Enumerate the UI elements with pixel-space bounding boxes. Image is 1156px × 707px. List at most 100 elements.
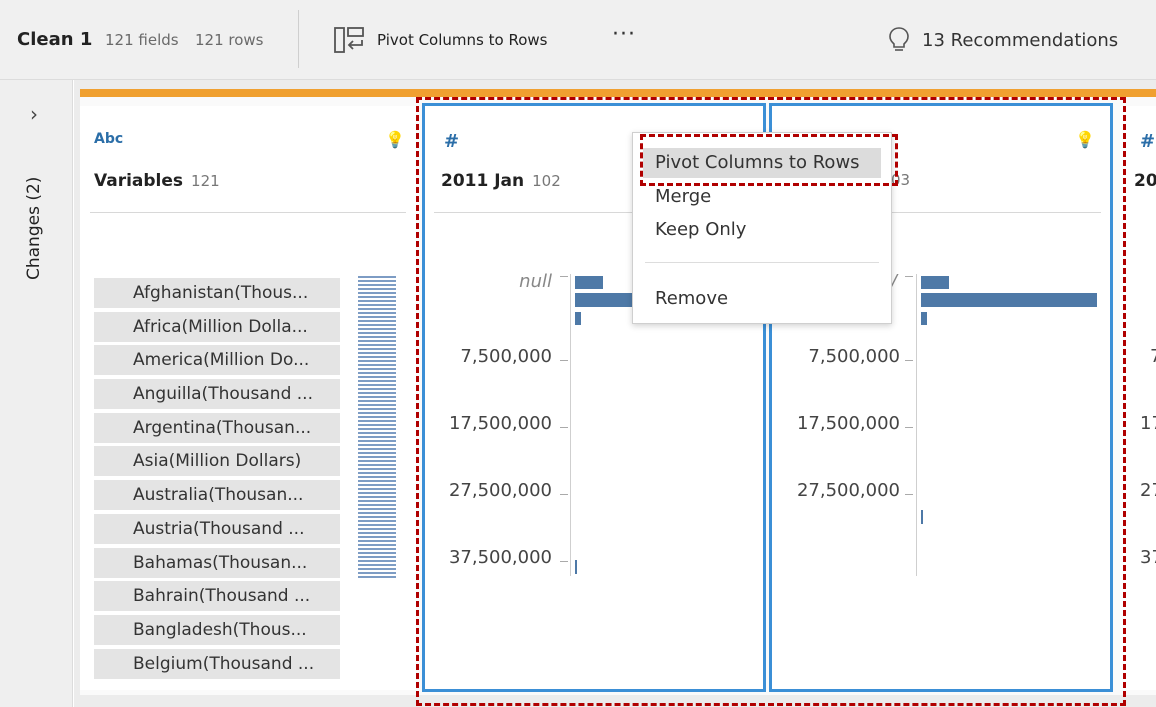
- list-item[interactable]: Belgium(Thousand ...: [94, 648, 340, 679]
- overview-bar: [358, 348, 396, 350]
- step-color-bar: [80, 89, 1156, 97]
- overview-bar: [358, 576, 396, 578]
- overview-bar: [358, 448, 396, 450]
- overview-bar: [358, 320, 396, 322]
- overview-bar: [358, 424, 396, 426]
- overview-bar: [358, 296, 396, 298]
- overview-bar: [358, 384, 396, 386]
- toolbar-divider: [298, 10, 299, 68]
- overview-bar: [358, 344, 396, 346]
- overview-bar: [358, 488, 396, 490]
- overview-bar: [358, 520, 396, 522]
- overview-scrollbar[interactable]: [358, 276, 396, 582]
- overview-bar: [358, 516, 396, 518]
- overview-bar: [358, 380, 396, 382]
- overview-bar: [358, 464, 396, 466]
- variables-profile-card[interactable]: Abc 💡 Variables 121 Afghanistan(Thous... …: [80, 106, 416, 690]
- overview-bar: [358, 508, 396, 510]
- overview-bar: [358, 280, 396, 282]
- list-item[interactable]: Anguilla(Thousand ...: [94, 379, 340, 410]
- overview-bar: [358, 460, 396, 462]
- overview-bar: [358, 400, 396, 402]
- more-options-icon[interactable]: ···: [612, 22, 636, 47]
- overview-bar: [358, 360, 396, 362]
- list-item[interactable]: Afghanistan(Thous...: [94, 278, 340, 308]
- overview-bar: [358, 276, 396, 278]
- overview-bar: [358, 356, 396, 358]
- overview-bar: [358, 288, 396, 290]
- overview-bar: [358, 504, 396, 506]
- list-item[interactable]: Australia(Thousan...: [94, 480, 340, 511]
- overview-bar: [358, 532, 396, 534]
- overview-bar: [358, 392, 396, 394]
- overview-bar: [358, 284, 396, 286]
- overview-bar: [358, 568, 396, 570]
- list-item[interactable]: Asia(Million Dollars): [94, 446, 340, 477]
- overview-bar: [358, 552, 396, 554]
- flow-step-title: Clean 1: [17, 29, 93, 50]
- overview-bar: [358, 436, 396, 438]
- overview-bar: [358, 292, 396, 294]
- overview-bar: [358, 444, 396, 446]
- overview-bar: [358, 548, 396, 550]
- expand-chevron-icon[interactable]: ›: [30, 102, 38, 126]
- overview-bar: [358, 544, 396, 546]
- changes-sidebar: › Changes (2): [0, 80, 73, 707]
- recommendations-button[interactable]: 13 Recommendations: [888, 22, 1118, 58]
- list-item[interactable]: Bahrain(Thousand ...: [94, 581, 340, 612]
- overview-bar: [358, 492, 396, 494]
- overview-bar: [358, 456, 396, 458]
- axis-tick-label: 7: [1150, 346, 1156, 367]
- distinct-count: 121: [191, 172, 220, 190]
- overview-bar: [358, 304, 396, 306]
- lightbulb-icon[interactable]: 💡: [385, 130, 405, 149]
- overview-bar: [358, 324, 396, 326]
- annotation-highlight-menu-item: [640, 134, 898, 186]
- overview-bar: [358, 560, 396, 562]
- overview-bar: [358, 476, 396, 478]
- overview-bar: [358, 340, 396, 342]
- menu-item-remove[interactable]: Remove: [643, 284, 881, 314]
- overview-bar: [358, 484, 396, 486]
- overview-bar: [358, 308, 396, 310]
- menu-item-keep-only[interactable]: Keep Only: [643, 215, 881, 245]
- top-toolbar: Clean 1 121 fields 121 rows Pivot Column…: [0, 0, 1156, 80]
- overview-bar: [358, 404, 396, 406]
- overview-bar: [358, 420, 396, 422]
- overview-bar: [358, 316, 396, 318]
- pivot-icon: [334, 27, 364, 53]
- overview-bar: [358, 312, 396, 314]
- fields-count: 121 fields: [105, 31, 179, 49]
- overview-bar: [358, 496, 396, 498]
- list-item[interactable]: Argentina(Thousan...: [94, 412, 340, 443]
- overview-bar: [358, 372, 396, 374]
- overview-bar: [358, 412, 396, 414]
- menu-divider: [645, 262, 879, 263]
- field-name[interactable]: Variables 121: [94, 171, 220, 191]
- overview-bar: [358, 572, 396, 574]
- field-name[interactable]: 20: [1134, 171, 1156, 191]
- list-item[interactable]: America(Million Do...: [94, 345, 340, 376]
- overview-bar: [358, 388, 396, 390]
- overview-bar: [358, 332, 396, 334]
- overview-bar: [358, 528, 396, 530]
- overview-bar: [358, 328, 396, 330]
- string-type-icon[interactable]: Abc: [94, 131, 123, 147]
- overview-bar: [358, 300, 396, 302]
- changes-tab[interactable]: Changes (2): [24, 177, 44, 280]
- overview-bar: [358, 540, 396, 542]
- number-type-icon[interactable]: #: [1140, 131, 1155, 152]
- list-item[interactable]: Bangladesh(Thous...: [94, 614, 340, 645]
- list-item[interactable]: Austria(Thousand ...: [94, 513, 340, 544]
- overview-bar: [358, 512, 396, 514]
- list-item[interactable]: Africa(Million Dolla...: [94, 311, 340, 342]
- axis-tick-label: 17: [1140, 413, 1156, 434]
- overview-bar: [358, 396, 396, 398]
- pivot-columns-button[interactable]: Pivot Columns to Rows: [333, 22, 547, 58]
- overview-bar: [358, 556, 396, 558]
- overview-bar: [358, 408, 396, 410]
- menu-item-merge[interactable]: Merge: [643, 182, 881, 212]
- overview-bar: [358, 364, 396, 366]
- overview-bar: [358, 536, 396, 538]
- list-item[interactable]: Bahamas(Thousan...: [94, 547, 340, 578]
